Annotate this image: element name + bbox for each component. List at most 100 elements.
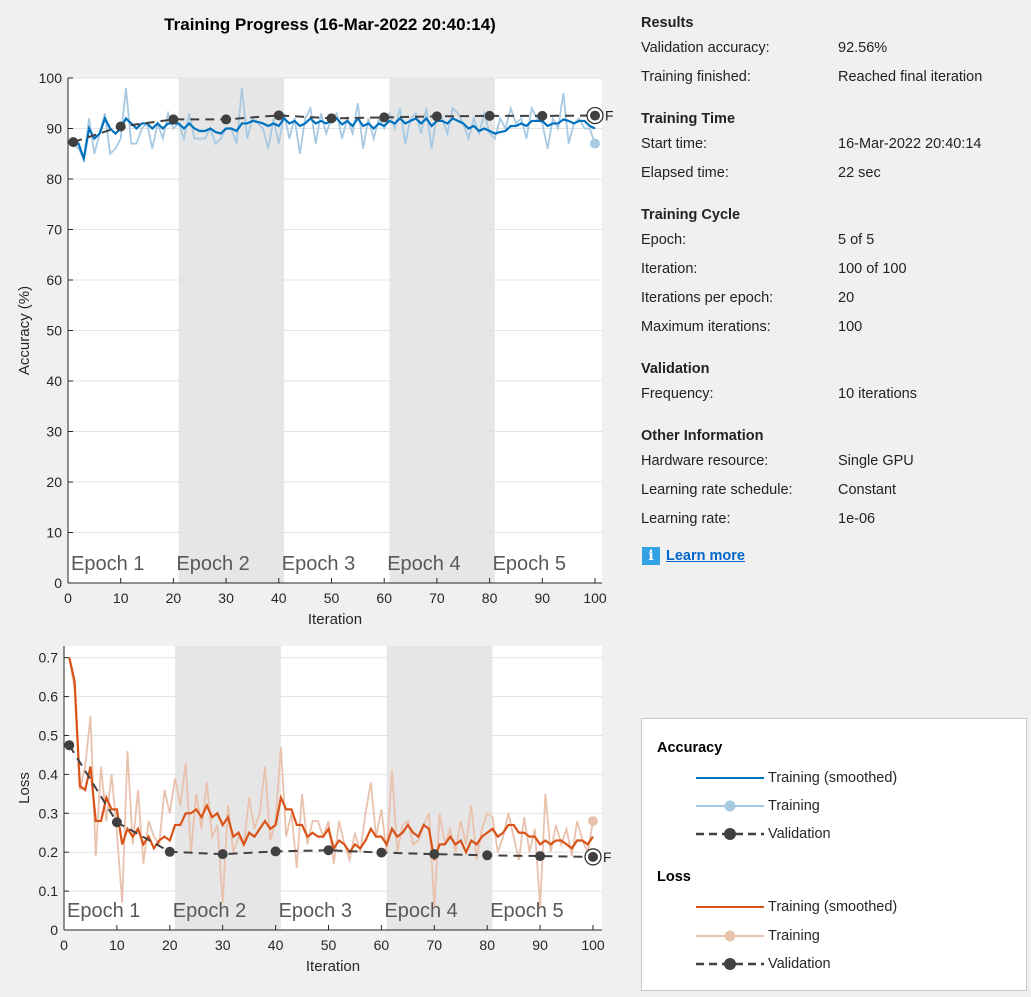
- y-tick-label: 0: [54, 575, 62, 591]
- validation-point: [590, 110, 600, 121]
- validation-point: [270, 846, 281, 857]
- validation-point: [537, 110, 548, 121]
- x-tick-label: 50: [321, 937, 337, 953]
- y-tick-label: 0.1: [39, 883, 59, 899]
- y-tick-label: 50: [46, 323, 62, 339]
- x-tick-label: 30: [218, 590, 234, 606]
- info-value: 10 iterations: [838, 386, 917, 402]
- legend-loss-validation: Validation: [696, 954, 831, 974]
- legend-label: Validation: [768, 826, 831, 842]
- x-tick-label: 50: [324, 590, 340, 606]
- x-tick-label: 40: [271, 590, 287, 606]
- info-value: Constant: [838, 482, 897, 498]
- legend-acc-training: Training: [696, 796, 820, 816]
- legend-loss-smoothed: Training (smoothed): [696, 897, 897, 917]
- y-tick-label: 40: [46, 373, 62, 389]
- x-tick-label: 0: [60, 937, 68, 953]
- legend-acc-smoothed: Training (smoothed): [696, 768, 897, 788]
- validation-point: [68, 137, 79, 148]
- y-axis-label: Accuracy (%): [16, 286, 33, 375]
- validation-point: [168, 114, 179, 125]
- info-row: Iteration: 100 of 100: [641, 255, 1031, 284]
- epoch-label: Epoch 5: [490, 900, 563, 922]
- info-row: Learning rate schedule: Constant: [641, 476, 1031, 505]
- y-tick-label: 0.5: [39, 727, 59, 743]
- info-value: Single GPU: [838, 453, 914, 469]
- info-label: Validation accuracy:: [641, 40, 770, 56]
- legend-loss-heading: Loss: [657, 869, 691, 885]
- info-label: Frequency:: [641, 386, 714, 402]
- info-label: Hardware resource:: [641, 453, 769, 469]
- y-tick-label: 0.3: [39, 805, 59, 821]
- info-value: 100: [838, 319, 863, 335]
- x-tick-label: 0: [64, 590, 72, 606]
- y-tick-label: 0: [50, 922, 58, 938]
- info-value: Reached final iteration: [838, 69, 983, 85]
- info-value: 20: [838, 290, 855, 306]
- info-row: Maximum iterations: 100: [641, 313, 1031, 342]
- legend-label: Validation: [768, 956, 831, 972]
- y-tick-label: 100: [39, 70, 63, 86]
- x-tick-label: 60: [374, 937, 390, 953]
- validation-point: [431, 111, 442, 122]
- info-label: Learning rate:: [641, 511, 731, 527]
- x-tick-label: 10: [113, 590, 129, 606]
- validation-point: [115, 121, 126, 132]
- training-time-heading: Training Time: [641, 111, 736, 127]
- x-tick-label: 30: [215, 937, 231, 953]
- info-label: Iterations per epoch:: [641, 290, 774, 306]
- validation-point: [379, 112, 390, 123]
- info-value: 92.56%: [838, 40, 888, 56]
- legend-label: Training: [768, 798, 820, 814]
- legend-label: Training (smoothed): [768, 899, 898, 915]
- info-label: Iteration:: [641, 261, 698, 277]
- legend-accuracy-heading: Accuracy: [657, 740, 723, 756]
- validation-point: [535, 851, 546, 862]
- info-value: 5 of 5: [838, 232, 875, 248]
- loss-chart: 0 0.1 0.2 0.3 0.4 0.5 0.6 0.7 0 10 20 30 40 50 60 70 80 9…: [16, 646, 612, 975]
- info-row: Validation accuracy: 92.56%: [641, 34, 1031, 63]
- legend-panel: Accuracy Training (smoothed) Training Va…: [641, 718, 1027, 991]
- info-row: Iterations per epoch: 20: [641, 284, 1031, 313]
- x-axis-label: Iteration: [306, 958, 360, 975]
- validation-point: [376, 847, 387, 858]
- y-tick-label: 60: [46, 272, 62, 288]
- legend-dashed-marker-icon: [696, 958, 764, 970]
- y-tick-label: 80: [46, 171, 62, 187]
- y-tick-label: 0.4: [39, 766, 59, 782]
- validation-point: [484, 110, 495, 121]
- validation-point: [326, 113, 337, 124]
- learn-more-link[interactable]: Learn more: [666, 548, 745, 564]
- x-tick-label: 90: [535, 590, 551, 606]
- training-final-point: [588, 816, 598, 827]
- x-tick-label: 100: [583, 590, 607, 606]
- legend-loss-training: Training: [696, 926, 820, 946]
- info-row: Learning rate: 1e-06: [641, 505, 1031, 534]
- epoch-label: Epoch 5: [493, 553, 566, 575]
- x-tick-label: 100: [581, 937, 605, 953]
- epoch-label: Epoch 2: [173, 900, 246, 922]
- info-row: Epoch: 5 of 5: [641, 226, 1031, 255]
- final-marker-label: F: [605, 108, 614, 124]
- info-panel: Results Validation accuracy: 92.56% Train…: [641, 12, 1031, 568]
- validation-point: [588, 851, 598, 862]
- info-icon[interactable]: i: [642, 547, 660, 565]
- legend-dashed-marker-icon: [696, 828, 764, 840]
- y-tick-label: 0.2: [39, 844, 59, 860]
- info-value: 100 of 100: [838, 261, 907, 277]
- x-tick-label: 60: [376, 590, 392, 606]
- x-tick-label: 20: [166, 590, 182, 606]
- validation-point: [164, 846, 175, 857]
- training-cycle-heading: Training Cycle: [641, 207, 741, 223]
- y-tick-label: 0.6: [39, 689, 59, 705]
- info-label: Training finished:: [641, 69, 751, 85]
- y-tick-label: 20: [46, 474, 62, 490]
- info-row: Elapsed time: 22 sec: [641, 159, 1031, 188]
- epoch-label: Epoch 1: [67, 900, 140, 922]
- validation-point: [482, 850, 493, 861]
- learn-more[interactable]: i Learn more: [641, 544, 1031, 568]
- y-axis-label: Loss: [16, 772, 33, 804]
- info-row: Start time: 16-Mar-2022 20:40:14: [641, 130, 1031, 159]
- info-label: Epoch:: [641, 232, 687, 248]
- info-value: 16-Mar-2022 20:40:14: [838, 136, 982, 152]
